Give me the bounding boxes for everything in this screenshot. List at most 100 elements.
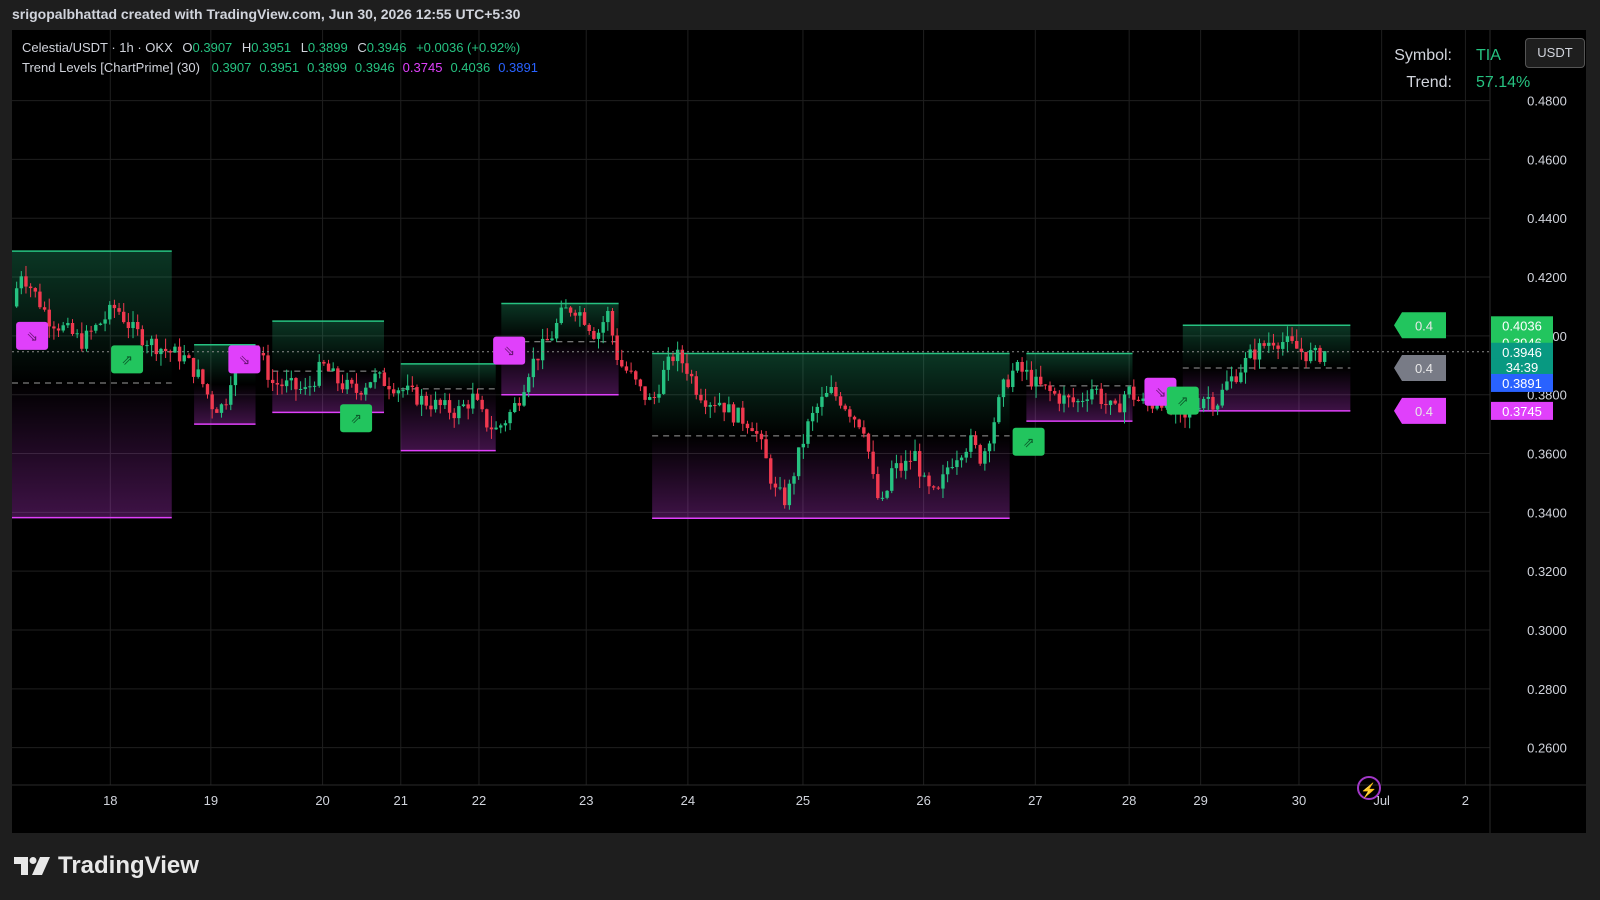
- candle-body: [312, 385, 317, 387]
- change-value: +0.0036 (+0.92%): [416, 40, 521, 55]
- x-tick-label: 25: [796, 793, 810, 808]
- candle-body: [550, 338, 554, 341]
- x-tick-label: 24: [681, 793, 695, 808]
- candle-body: [796, 447, 801, 477]
- candle-body: [964, 451, 968, 458]
- symbol-legend-row[interactable]: Celestia/USDT · 1h · OKX O0.3907 H0.3951…: [22, 38, 538, 58]
- candle-body: [457, 406, 461, 419]
- chart-area[interactable]: 0.2600 0.2800 0.3000 0.3200 0.3400 0.3600 0.38…: [12, 30, 1586, 833]
- candle-body: [657, 393, 661, 398]
- high-value: 0.3951: [251, 40, 292, 55]
- candle-body: [1234, 376, 1238, 383]
- price-chart[interactable]: 0.2600 0.2800 0.3000 0.3200 0.3400 0.3600 0.38…: [12, 30, 1586, 833]
- tradingview-logo-icon: [14, 857, 50, 875]
- candle-body: [931, 486, 936, 488]
- candle-body: [47, 309, 51, 327]
- candle-body: [433, 399, 438, 410]
- candle-body: [536, 358, 540, 361]
- candle-body: [1113, 400, 1117, 404]
- candle-body: [843, 405, 847, 410]
- candle-body: [987, 443, 992, 452]
- candle-body: [84, 330, 89, 349]
- candle-body: [582, 312, 587, 325]
- candle-body: [643, 386, 647, 400]
- candle-body: [1057, 393, 1062, 404]
- indicator-value: 0.3907: [211, 60, 252, 75]
- currency-button[interactable]: USDT: [1525, 38, 1585, 68]
- candle-body: [364, 387, 368, 395]
- candle-body: [1318, 347, 1322, 362]
- candle-body: [1313, 347, 1318, 351]
- candle-body: [1229, 376, 1234, 382]
- candle-body: [261, 352, 266, 356]
- candle-body: [1006, 379, 1010, 388]
- candle-body: [1020, 361, 1024, 372]
- price-axis-badge-text: 0.3946: [1502, 345, 1542, 360]
- candle-body: [98, 323, 103, 325]
- tradingview-logo: TradingView: [14, 852, 199, 880]
- candle-body: [1201, 398, 1206, 409]
- candle-body: [135, 321, 140, 330]
- candle-body: [52, 326, 56, 329]
- candle-body: [1011, 370, 1015, 388]
- indicator-values: 0.3907 0.3951 0.3899 0.3946 0.3745 0.4036 0.38…: [204, 60, 538, 75]
- candle-body: [862, 427, 866, 434]
- candle-body: [1025, 369, 1029, 372]
- candle-body: [554, 322, 559, 339]
- candle-body: [1262, 343, 1266, 346]
- candle-body: [755, 431, 759, 434]
- candle-body: [122, 311, 126, 323]
- indicator-value: 0.3745: [402, 60, 443, 75]
- logo-text: TradingView: [58, 852, 199, 879]
- candle-body: [1039, 376, 1043, 385]
- candle-body: [759, 433, 764, 440]
- indicator-value: 0.3891: [498, 60, 538, 75]
- candle-body: [694, 376, 698, 395]
- candle-body: [620, 360, 624, 367]
- chart-legend: Celestia/USDT · 1h · OKX O0.3907 H0.3951…: [22, 38, 538, 78]
- candle-body: [182, 355, 186, 362]
- candle-body: [494, 427, 498, 430]
- x-tick-label: 27: [1028, 793, 1042, 808]
- candle-body: [1001, 379, 1006, 398]
- candle-body: [42, 307, 47, 310]
- lightning-icon[interactable]: ⚡: [1357, 776, 1381, 800]
- candle-body: [382, 372, 387, 386]
- candle-body: [634, 371, 638, 380]
- indicator-title: Trend Levels [ChartPrime] (30): [22, 60, 200, 75]
- candle-body: [685, 363, 689, 374]
- symbol-value: TIA: [1476, 47, 1501, 64]
- x-tick-label: 20: [315, 793, 329, 808]
- candle-body: [103, 319, 107, 324]
- candle-body: [1048, 385, 1052, 392]
- symbol-label: Symbol:: [1394, 47, 1452, 64]
- candle-body: [177, 346, 182, 362]
- candle-body: [564, 307, 568, 309]
- candle-body: [1043, 384, 1048, 386]
- trend-value: 57.14%: [1476, 74, 1531, 91]
- candle-body: [969, 435, 973, 452]
- x-tick-label: 23: [579, 793, 593, 808]
- candle-body: [648, 397, 652, 400]
- candle-body: [1285, 336, 1290, 343]
- candle-body: [149, 338, 154, 346]
- candle-body: [1136, 399, 1141, 401]
- candle-body: [378, 372, 382, 374]
- candle-body: [350, 379, 354, 384]
- candle-body: [475, 393, 480, 400]
- candle-body: [373, 373, 377, 383]
- price-axis-badge-text: 0.3745: [1502, 404, 1542, 419]
- candle-body: [1276, 345, 1280, 349]
- candle-body: [270, 379, 275, 384]
- candle-body: [950, 467, 954, 469]
- candle-body: [838, 396, 843, 406]
- indicator-legend-row[interactable]: Trend Levels [ChartPrime] (30) 0.3907 0.3…: [22, 58, 538, 78]
- candle-body: [1085, 399, 1089, 401]
- candle-body: [1281, 342, 1285, 349]
- candle-body: [1290, 336, 1294, 341]
- y-tick-label: 0.4200: [1527, 270, 1567, 285]
- candle-body: [615, 335, 619, 361]
- candle-body: [131, 321, 135, 329]
- candle-body: [890, 468, 894, 491]
- candle-body: [522, 392, 526, 406]
